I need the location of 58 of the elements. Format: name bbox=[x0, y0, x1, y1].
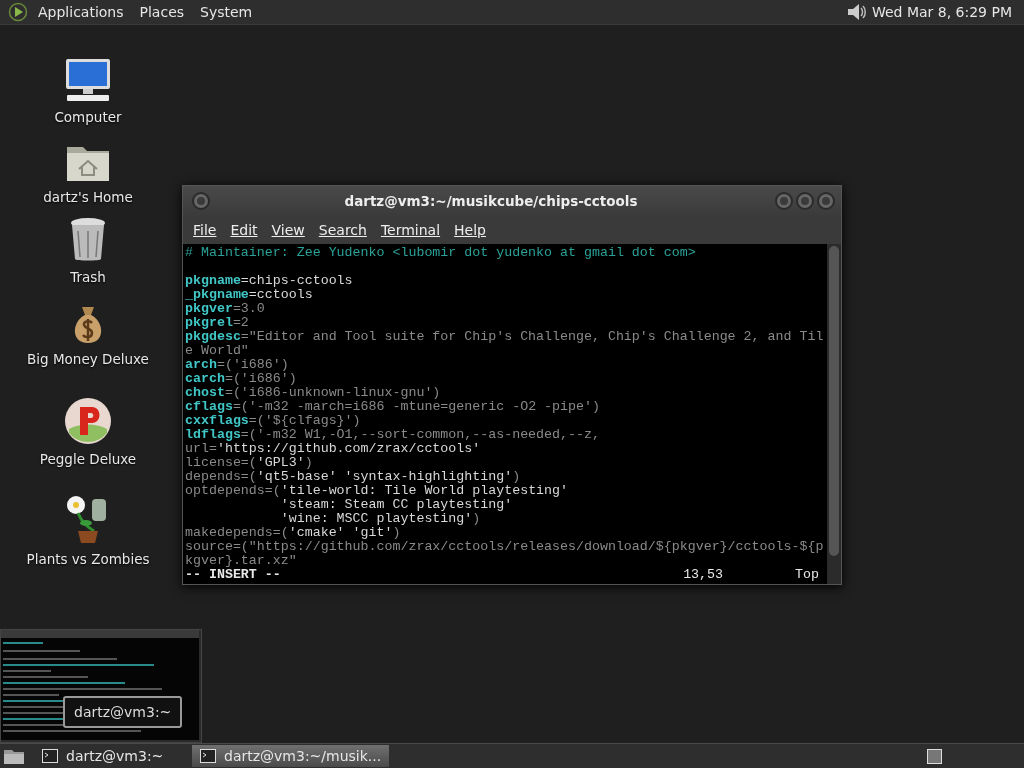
code-line: license=('GPL3') bbox=[185, 456, 314, 470]
code-line: chost=('i686-unknown-linux-gnu') bbox=[185, 386, 442, 400]
terminal-icon bbox=[42, 749, 58, 763]
menu-item[interactable]: Edit bbox=[224, 220, 264, 240]
speaker-icon[interactable] bbox=[845, 2, 868, 22]
code-line: kgver}.tar.xz" bbox=[185, 554, 298, 568]
code-line: cxxflags=('${clfags}') bbox=[185, 414, 362, 428]
minimize-button[interactable] bbox=[775, 192, 793, 210]
panel-menu[interactable]: Applications bbox=[32, 4, 130, 20]
desktop-icon-label[interactable]: Plants vs Zombies bbox=[26, 551, 150, 567]
cursor-position: 13,53 bbox=[683, 568, 724, 582]
scrollbar[interactable] bbox=[827, 244, 841, 584]
desktop-icon-label[interactable]: dartz's Home bbox=[43, 189, 133, 205]
code-line: url='https://github.com/zrax/cctools' bbox=[185, 442, 482, 456]
code-line: 'steam: Steam CC playtesting' bbox=[279, 498, 514, 512]
code-line: pkgname=chips-cctools bbox=[185, 274, 354, 288]
maximize-button[interactable] bbox=[796, 192, 814, 210]
mode-indicator: -- INSERT -- bbox=[185, 568, 281, 582]
taskbar-button[interactable]: dartz@vm3:~/musik... bbox=[192, 745, 390, 767]
desktop-icon-label[interactable]: Big Money Deluxe bbox=[27, 351, 149, 367]
desktop-icon-label[interactable]: Trash bbox=[70, 269, 106, 285]
code-line: arch=('i686') bbox=[185, 358, 290, 372]
code-line: optdepends=('tile-world: Tile World playtesting' bbox=[185, 484, 570, 498]
terminal-icon bbox=[200, 749, 216, 763]
clock[interactable]: Wed Mar 8, 6:29 PM bbox=[871, 4, 1016, 20]
panel-menu[interactable]: System bbox=[194, 4, 259, 20]
code-line: source=("https://github.com/zrax/cctools/releases/download/${pkgver}/cctools-${p bbox=[185, 540, 825, 554]
menu-item[interactable]: Help bbox=[448, 220, 492, 240]
menu-item[interactable]: Search bbox=[312, 220, 373, 240]
code-line: depends=('qt5-base' 'syntax-highlighting') bbox=[185, 470, 522, 484]
logo-icon[interactable] bbox=[8, 2, 28, 22]
code-line: # Maintainer: Zee Yudenko <lubomir dot yudenko at gmail dot com> bbox=[185, 246, 697, 260]
code-line: 'wine: MSCC playtesting') bbox=[279, 512, 482, 526]
panel-menu[interactable]: Places bbox=[133, 4, 191, 20]
menu-item[interactable]: View bbox=[265, 220, 311, 240]
window-title: dartz@vm3:~/musikcube/chips-cctools bbox=[343, 193, 639, 209]
code-line: makedepends=('cmake' 'git') bbox=[185, 526, 402, 540]
code-line: e World" bbox=[185, 344, 250, 358]
desktop-icon-label[interactable]: Peggle Deluxe bbox=[39, 451, 137, 467]
code-line: pkgrel=2 bbox=[185, 316, 250, 330]
code-line: carch=('i686') bbox=[185, 372, 298, 386]
menu-item[interactable]: Terminal bbox=[374, 220, 447, 240]
trash-icon bbox=[68, 217, 108, 263]
tooltip: dartz@vm3:~ bbox=[63, 696, 183, 728]
code-line: ldflags=('-m32 W1,-O1,--sort-common,--as-needed,--z, bbox=[185, 428, 601, 442]
scroll-position: Top bbox=[795, 568, 819, 582]
code-line: cflags=('-m32 -march=i686 -mtune=generic -O2 -pipe') bbox=[185, 400, 601, 414]
code-line: pkgdesc="Editor and Tool suite for Chip's Challenge, Chip's Challenge 2, and Til bbox=[185, 330, 825, 344]
peggle-icon bbox=[64, 397, 112, 445]
close-button[interactable] bbox=[817, 192, 835, 210]
desktop-icon-label[interactable]: Computer bbox=[54, 109, 122, 125]
window-menu-button[interactable] bbox=[192, 192, 210, 210]
computer-icon bbox=[63, 57, 113, 103]
menu-item[interactable]: File bbox=[187, 220, 223, 240]
workspace-switcher[interactable] bbox=[927, 748, 942, 764]
code-line: pkgver=3.0 bbox=[185, 302, 266, 316]
taskbar-button[interactable]: dartz@vm3:~ bbox=[34, 745, 184, 767]
code-line: _pkgname=cctools bbox=[185, 288, 314, 302]
